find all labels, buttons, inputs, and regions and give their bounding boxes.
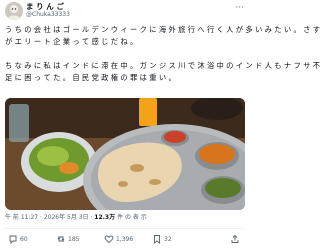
- share-button[interactable]: [230, 233, 242, 245]
- divider: [5, 228, 245, 229]
- repost-icon: [57, 236, 65, 242]
- views-label: 件 の 表 示: [117, 214, 147, 221]
- views-count: 12.3万: [94, 214, 116, 221]
- repost-button[interactable]: 185: [56, 233, 79, 245]
- bookmark-count: 32: [164, 235, 172, 243]
- bookmark-icon: [154, 235, 160, 244]
- post-header: ま り ん ご @Chuka33333 ···: [0, 0, 250, 22]
- reply-count: 60: [20, 235, 28, 243]
- action-bar: 60 185 1,396 32: [0, 232, 250, 246]
- bookmark-button[interactable]: 32: [152, 233, 172, 245]
- more-dots-icon[interactable]: ···: [235, 4, 244, 13]
- post-time[interactable]: 午 前 11:27 · 2026年 5月 3日 ·: [5, 214, 92, 221]
- share-icon: [231, 234, 239, 243]
- author-handle[interactable]: @Chuka33333: [26, 11, 70, 19]
- post-photo[interactable]: [5, 98, 245, 210]
- reply-button[interactable]: 60: [8, 233, 28, 245]
- post-text-line: が エ リ ー ト 企 業 っ て 感 じ だ ね 。: [5, 37, 138, 46]
- like-button[interactable]: 1,396: [104, 233, 133, 245]
- post-meta: 午 前 11:27 · 2026年 5月 3日 · 12.3万 件 の 表 示: [5, 214, 147, 222]
- post-text-line: 足 に 困 っ て た 。 自 民 党 政 権 の 罪 は 重 い 。: [5, 73, 176, 82]
- avatar[interactable]: [5, 2, 23, 20]
- post-text-line: う ち の 会 社 は ゴ ー ル デ ン ウ ィ ー ク に 海 外 旅 行 …: [5, 25, 320, 34]
- post-text-line: ち な み に 私 は イ ン ド に 滞 在 中 。 ガ ン ジ ス 川 で …: [5, 61, 320, 70]
- like-count: 1,396: [116, 235, 134, 243]
- reply-icon: [9, 235, 17, 244]
- repost-count: 185: [68, 235, 80, 243]
- author-name[interactable]: ま り ん ご: [26, 2, 64, 11]
- like-icon: [104, 235, 114, 244]
